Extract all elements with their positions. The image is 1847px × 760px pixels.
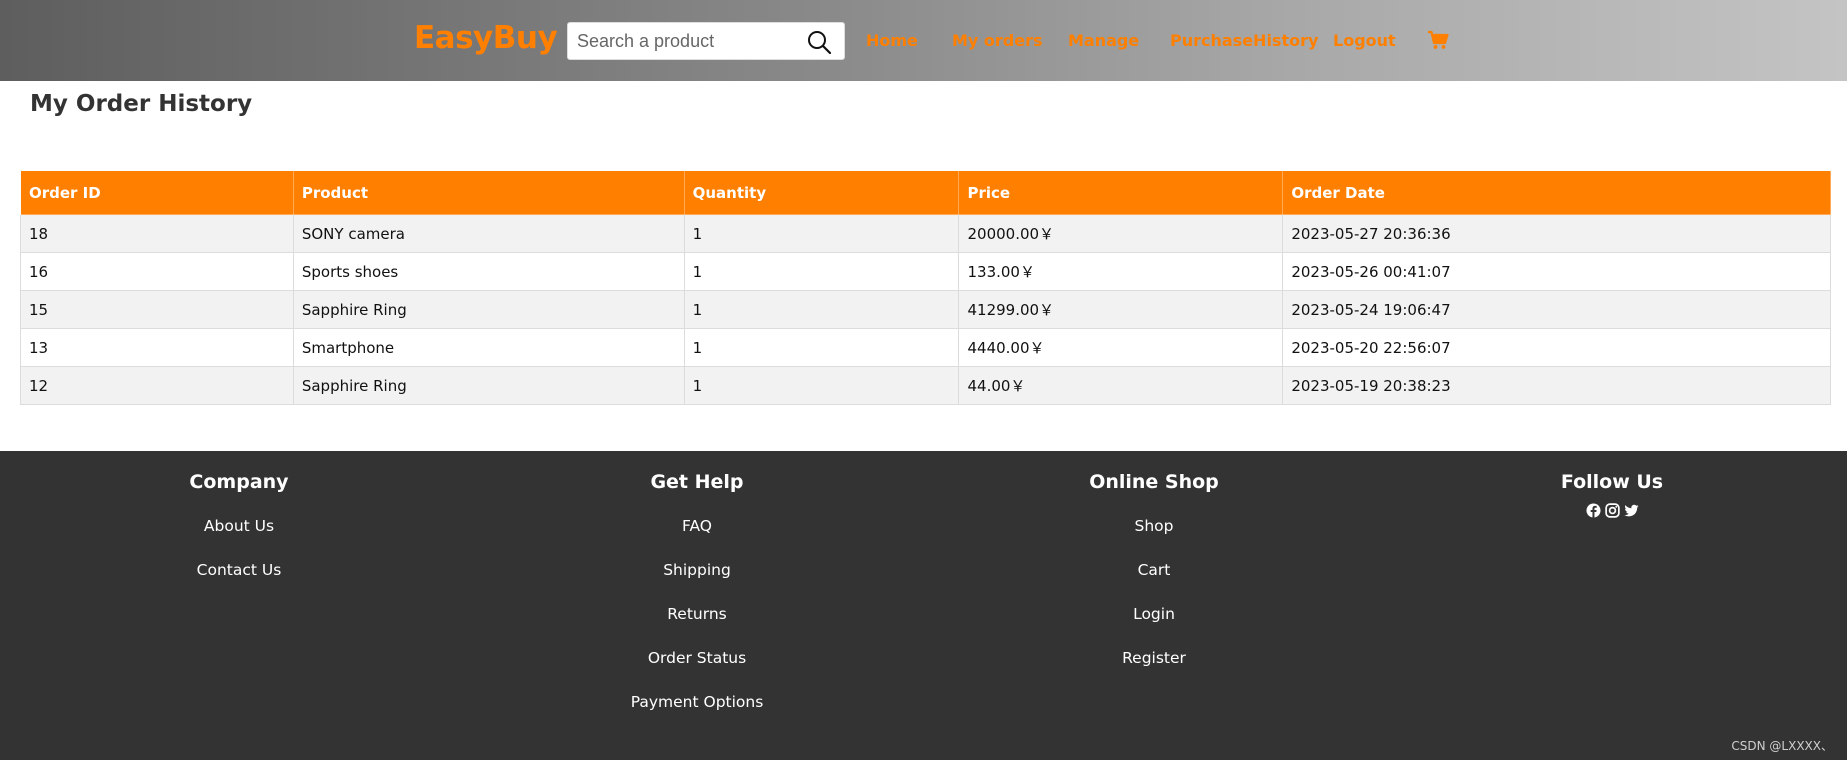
product-cell: SONY camera: [292, 214, 685, 253]
table-row: 13 Smartphone 1 4440.00￥ 2023-05-20 22:5…: [20, 328, 1831, 367]
table-row: 18 SONY camera 1 20000.00￥ 2023-05-27 20…: [20, 214, 1831, 253]
footer-heading-online-shop: Online Shop: [1089, 471, 1219, 493]
facebook-icon[interactable]: [1585, 503, 1601, 518]
footer-column-online-shop: Online Shop Shop Cart Login Register: [1004, 471, 1304, 683]
page-title: My Order History: [30, 91, 253, 117]
footer-column-company: Company About Us Contact Us: [89, 471, 389, 595]
quantity-cell: 1: [683, 214, 960, 253]
nav-purchase-history[interactable]: PurchaseHistory: [1170, 31, 1318, 50]
footer-link-login[interactable]: Login: [1004, 589, 1304, 639]
order-id-cell: 16: [20, 252, 294, 291]
footer-column-get-help: Get Help FAQ Shipping Returns Order Stat…: [547, 471, 847, 727]
column-header-price: Price: [958, 170, 1284, 215]
footer-link-cart[interactable]: Cart: [1004, 545, 1304, 595]
column-header-order-id: Order ID: [20, 170, 294, 215]
footer-column-follow-us: Follow Us: [1462, 471, 1762, 518]
price-cell: 20000.00￥: [958, 214, 1284, 253]
search-box: [567, 22, 845, 60]
brand-logo[interactable]: EasyBuy: [414, 20, 558, 56]
footer-link-order-status[interactable]: Order Status: [547, 633, 847, 683]
price-cell: 44.00￥: [958, 366, 1284, 405]
order-date-cell: 2023-05-24 19:06:47: [1282, 290, 1831, 329]
footer-link-shipping[interactable]: Shipping: [547, 545, 847, 595]
top-navbar: EasyBuy Home My orders Manage PurchaseHi…: [0, 0, 1847, 81]
order-id-cell: 15: [20, 290, 294, 329]
order-id-cell: 13: [20, 328, 294, 367]
twitter-icon[interactable]: [1623, 503, 1639, 518]
price-cell: 4440.00￥: [958, 328, 1284, 367]
footer-heading-get-help: Get Help: [650, 471, 744, 493]
order-id-cell: 12: [20, 366, 294, 405]
footer-link-contact-us[interactable]: Contact Us: [89, 545, 389, 595]
column-header-product: Product: [292, 170, 685, 215]
table-row: 12 Sapphire Ring 1 44.00￥ 2023-05-19 20:…: [20, 366, 1831, 405]
footer-link-about-us[interactable]: About Us: [89, 501, 389, 551]
quantity-cell: 1: [683, 328, 960, 367]
footer-heading-company: Company: [189, 471, 289, 493]
footer-heading-follow-us: Follow Us: [1560, 471, 1664, 493]
order-date-cell: 2023-05-26 00:41:07: [1282, 252, 1831, 291]
footer-link-payment-options[interactable]: Payment Options: [547, 677, 847, 727]
nav-manage[interactable]: Manage: [1068, 31, 1139, 50]
nav-my-orders[interactable]: My orders: [952, 31, 1043, 50]
instagram-icon[interactable]: [1604, 503, 1620, 518]
table-header-row: Order ID Product Quantity Price Order Da…: [20, 170, 1831, 215]
product-cell: Sports shoes: [292, 252, 685, 291]
order-history-table: Order ID Product Quantity Price Order Da…: [20, 170, 1831, 405]
quantity-cell: 1: [683, 252, 960, 291]
order-date-cell: 2023-05-20 22:56:07: [1282, 328, 1831, 367]
search-input[interactable]: [577, 23, 797, 59]
price-cell: 41299.00￥: [958, 290, 1284, 329]
nav-home[interactable]: Home: [866, 31, 918, 50]
watermark-credit: CSDN @LXXXX、: [1731, 739, 1833, 753]
product-cell: Sapphire Ring: [292, 366, 685, 405]
quantity-cell: 1: [683, 290, 960, 329]
nav-logout[interactable]: Logout: [1333, 31, 1396, 50]
footer-link-register[interactable]: Register: [1004, 633, 1304, 683]
quantity-cell: 1: [683, 366, 960, 405]
column-header-quantity: Quantity: [683, 170, 960, 215]
footer-link-shop[interactable]: Shop: [1004, 501, 1304, 551]
table-row: 15 Sapphire Ring 1 41299.00￥ 2023-05-24 …: [20, 290, 1831, 329]
site-footer: Company About Us Contact Us Get Help FAQ…: [0, 451, 1847, 760]
search-icon[interactable]: [806, 29, 832, 55]
footer-link-faq[interactable]: FAQ: [547, 501, 847, 551]
table-row: 16 Sports shoes 1 133.00￥ 2023-05-26 00:…: [20, 252, 1831, 291]
order-date-cell: 2023-05-19 20:38:23: [1282, 366, 1831, 405]
product-cell: Sapphire Ring: [292, 290, 685, 329]
order-date-cell: 2023-05-27 20:36:36: [1282, 214, 1831, 253]
social-links: [1462, 503, 1762, 518]
price-cell: 133.00￥: [958, 252, 1284, 291]
shopping-cart-icon[interactable]: [1427, 30, 1449, 50]
footer-link-returns[interactable]: Returns: [547, 589, 847, 639]
product-cell: Smartphone: [292, 328, 685, 367]
column-header-order-date: Order Date: [1282, 170, 1831, 215]
order-id-cell: 18: [20, 214, 294, 253]
